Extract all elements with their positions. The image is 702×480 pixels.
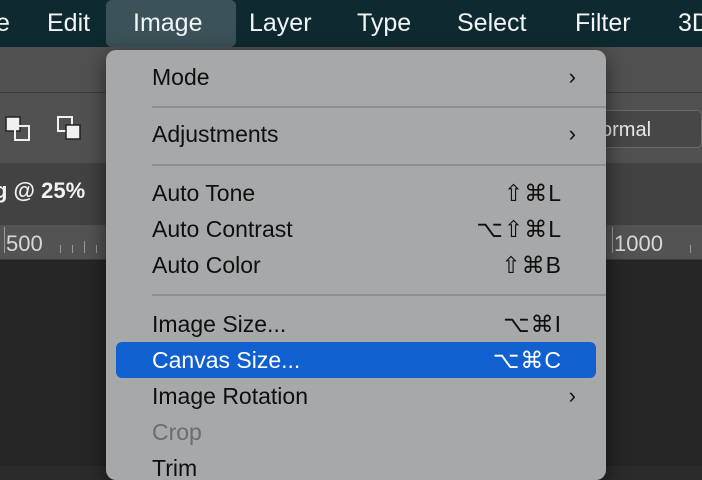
menu-separator <box>152 106 606 108</box>
image-menu-dropdown: Mode › Adjustments › Auto Tone ⇧⌘L Auto … <box>106 50 606 480</box>
menu-item-trim[interactable]: Trim <box>106 450 606 480</box>
ruler-tick <box>690 245 691 253</box>
menu-item-shortcut: ⇧⌘L <box>503 180 562 206</box>
submenu-arrow-icon: › <box>568 383 576 408</box>
menu-file[interactable]: e <box>0 0 10 47</box>
ruler-label-1000: 1000 <box>614 231 663 256</box>
menu-item-label: Image Size... <box>152 311 287 337</box>
menu-layer[interactable]: Layer <box>249 0 312 47</box>
menu-separator <box>152 164 606 166</box>
menu-item-image-size[interactable]: Image Size... ⌥⌘I <box>106 306 606 342</box>
ruler-label-500: 500 <box>6 231 43 256</box>
menu-item-image-rotation[interactable]: Image Rotation › <box>106 378 606 414</box>
ruler-tick <box>60 245 61 253</box>
menu-item-auto-color[interactable]: Auto Color ⇧⌘B <box>106 247 606 283</box>
ruler-tick <box>96 245 97 253</box>
menu-3d[interactable]: 3D <box>678 0 702 47</box>
menu-select[interactable]: Select <box>457 0 526 47</box>
menu-bar: e Edit Image Layer Type Select Filter 3D <box>0 0 702 47</box>
document-tab-title[interactable]: g @ 25% <box>0 178 85 204</box>
menu-item-auto-contrast[interactable]: Auto Contrast ⌥⇧⌘L <box>106 211 606 247</box>
ruler-tick <box>72 245 73 253</box>
submenu-arrow-icon: › <box>568 64 576 89</box>
menu-item-label: Canvas Size... <box>152 347 301 373</box>
menu-item-label: Crop <box>152 419 202 445</box>
menu-image[interactable]: Image <box>133 0 202 47</box>
menu-edit[interactable]: Edit <box>47 0 90 47</box>
ruler-tick <box>4 227 5 253</box>
menu-item-mode[interactable]: Mode › <box>106 59 606 95</box>
menu-separator <box>152 294 606 296</box>
menu-item-shortcut: ⇧⌘B <box>501 252 562 278</box>
menu-item-shortcut: ⌥⇧⌘L <box>476 216 562 242</box>
ruler-tick <box>612 227 613 253</box>
menu-filter[interactable]: Filter <box>575 0 631 47</box>
menu-item-canvas-size[interactable]: Canvas Size... ⌥⌘C <box>106 342 606 378</box>
menu-item-shortcut: ⌥⌘C <box>492 347 562 373</box>
submenu-arrow-icon: › <box>568 121 576 146</box>
menu-item-label: Auto Color <box>152 252 261 278</box>
menu-item-label: Auto Tone <box>152 180 256 206</box>
menu-item-shortcut: ⌥⌘I <box>503 311 562 337</box>
menu-item-crop: Crop <box>106 414 606 450</box>
menu-item-label: Adjustments <box>152 121 279 147</box>
menu-item-label: Auto Contrast <box>152 216 293 242</box>
selection-add-icon[interactable] <box>56 115 84 143</box>
selection-new-icon[interactable] <box>4 115 32 143</box>
menu-item-label: Trim <box>152 455 198 480</box>
menu-item-auto-tone[interactable]: Auto Tone ⇧⌘L <box>106 175 606 211</box>
ruler-tick <box>84 241 85 253</box>
blend-mode-select[interactable]: ormal <box>592 110 702 148</box>
menu-item-label: Image Rotation <box>152 383 308 409</box>
menu-item-label: Mode <box>152 64 210 90</box>
menu-type[interactable]: Type <box>357 0 411 47</box>
menu-item-adjustments[interactable]: Adjustments › <box>106 116 606 152</box>
